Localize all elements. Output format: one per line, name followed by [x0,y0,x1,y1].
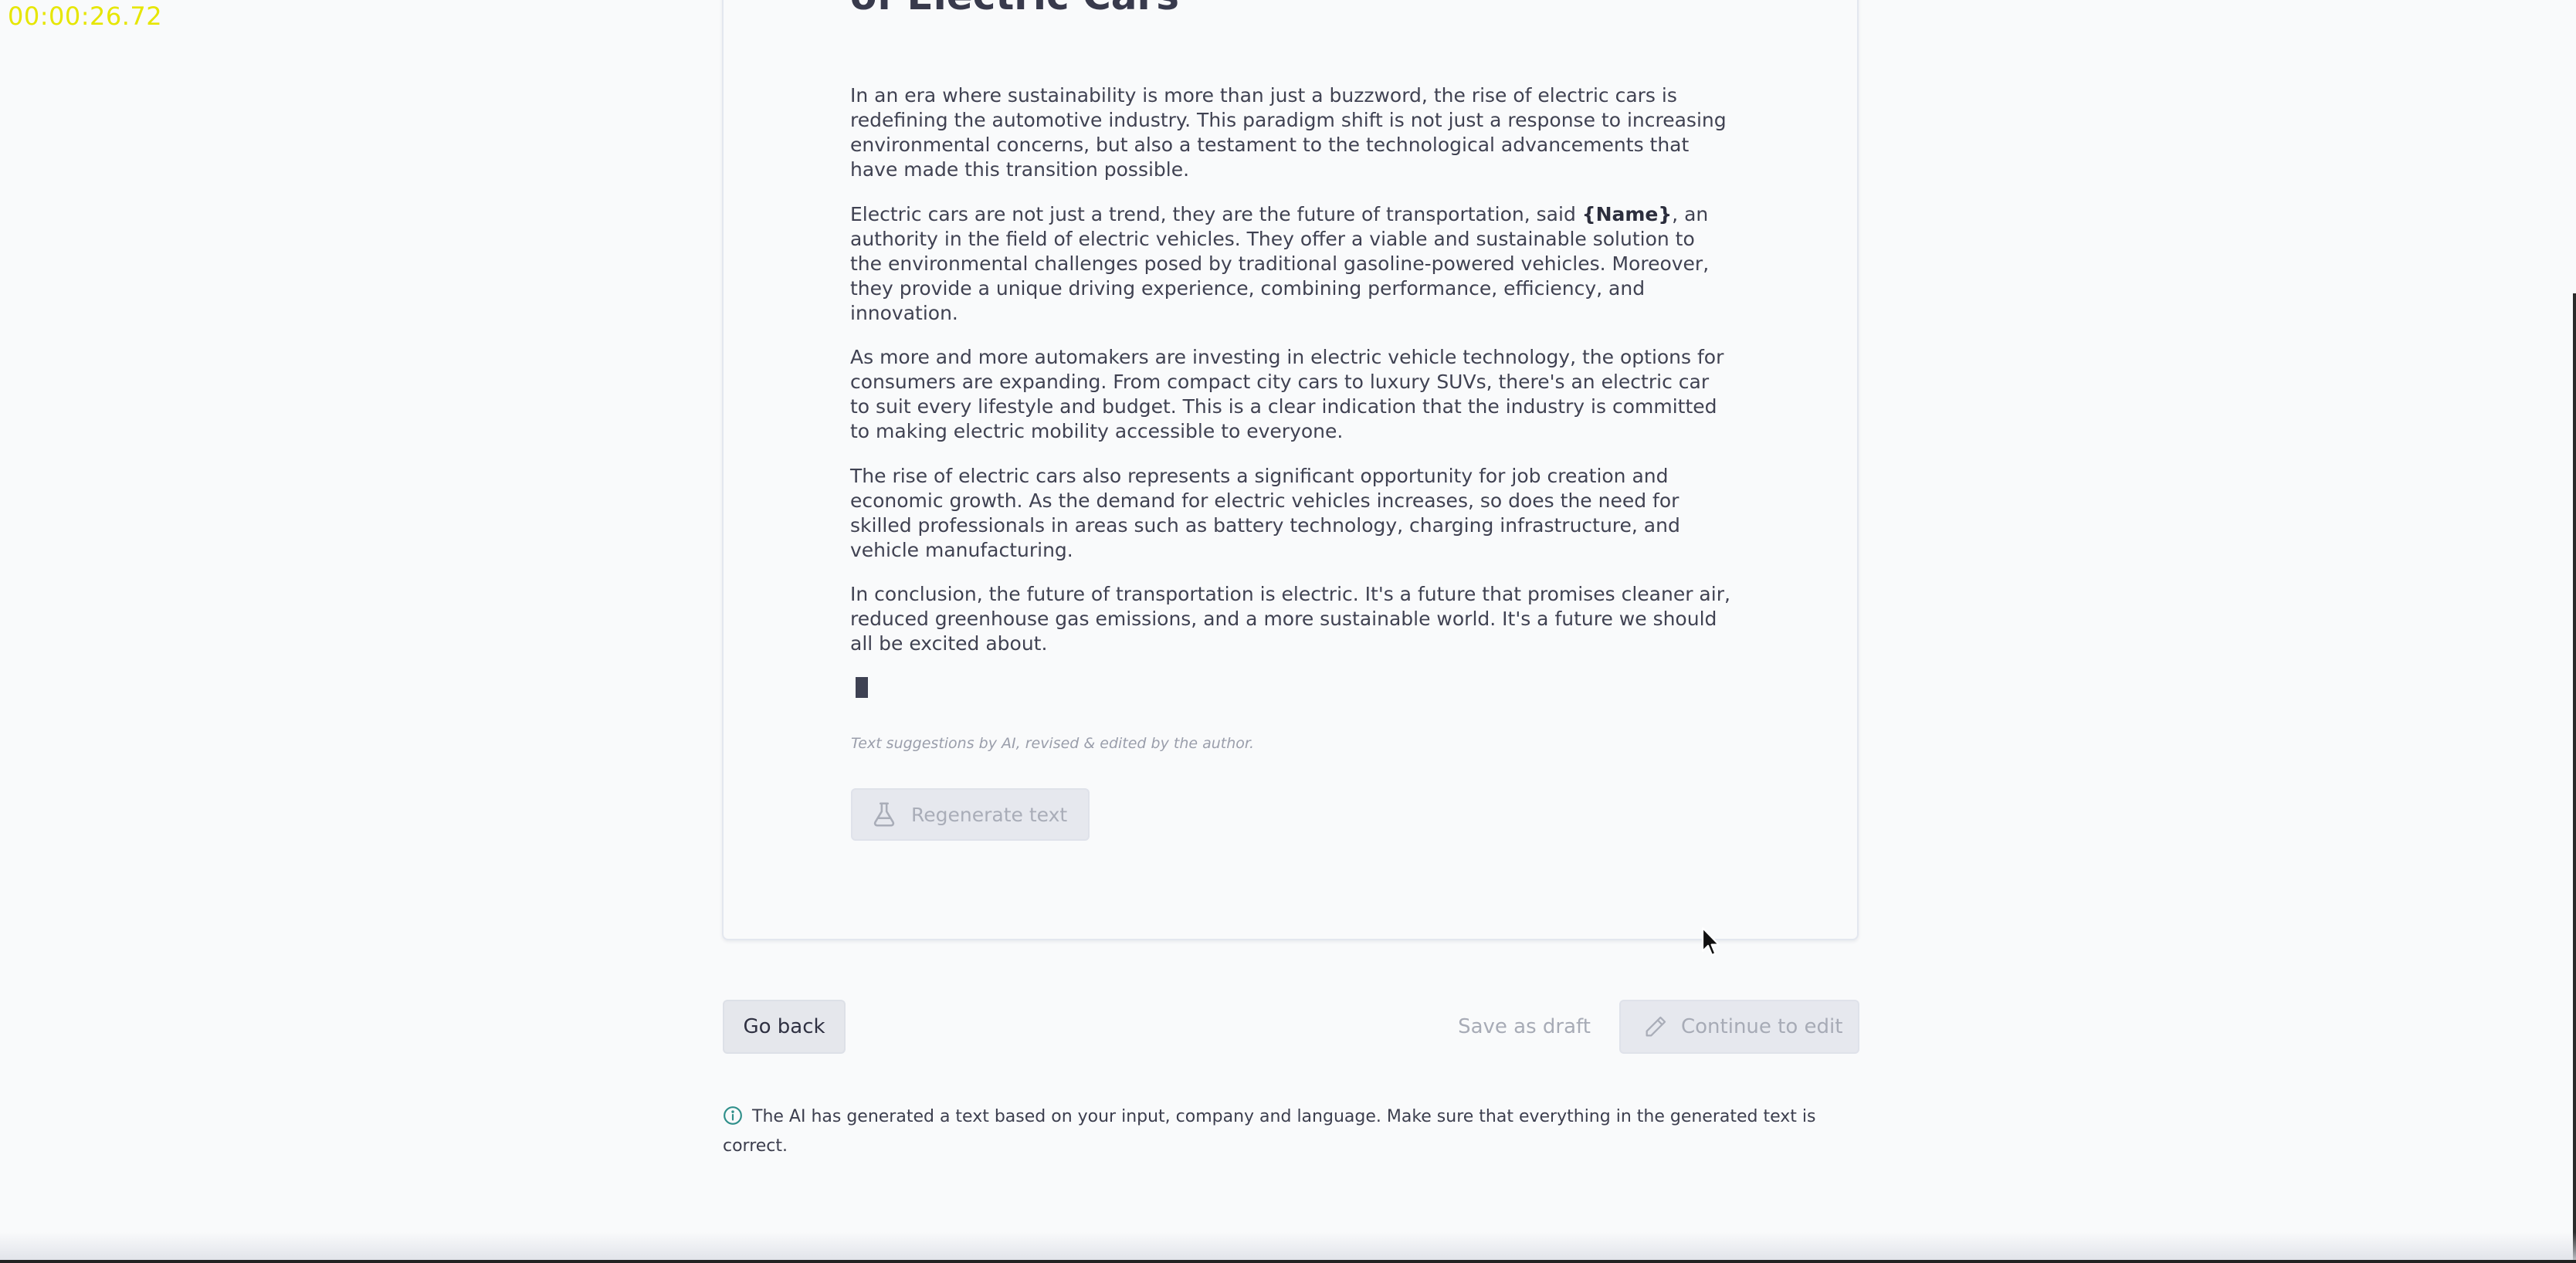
mouse-pointer-icon [1701,926,1721,957]
regenerate-text-label: Regenerate text [911,803,1068,826]
ai-disclaimer: Text suggestions by AI, revised & edited… [851,735,1254,752]
go-back-button[interactable]: Go back [723,1000,846,1054]
name-placeholder: {Name} [1581,203,1673,225]
article-paragraph-1[interactable]: In an era where sustainability is more t… [850,83,1730,182]
info-circle-icon [723,1106,743,1126]
article-paragraph-5[interactable]: In conclusion, the future of transportat… [850,582,1730,656]
info-message: The AI has generated a text based on you… [723,1102,1858,1161]
recording-timer: 00:00:26.72 [8,2,163,31]
info-text: The AI has generated a text based on you… [723,1107,1816,1156]
article-paragraph-2[interactable]: Electric cars are not just a trend, they… [850,202,1730,326]
article-paragraph-4[interactable]: The rise of electric cars also represent… [850,464,1730,563]
continue-to-edit-label: Continue to edit [1681,1015,1843,1038]
paragraph-text: Electric cars are not just a trend, they… [850,203,1582,225]
continue-to-edit-button[interactable]: Continue to edit [1619,1000,1859,1054]
bottom-shadow [0,1232,2576,1263]
window-bottom-edge [0,1260,2576,1263]
save-as-draft-button[interactable]: Save as draft [1438,1000,1611,1054]
pencil-icon [1642,1014,1669,1040]
text-caret [856,677,868,698]
window-edge [2573,293,2576,1263]
article-paragraph-3[interactable]: As more and more automakers are investin… [850,345,1730,444]
flask-icon [869,800,899,829]
article-title: of Electric Cars" [850,0,1199,19]
regenerate-text-button[interactable]: Regenerate text [851,788,1090,841]
